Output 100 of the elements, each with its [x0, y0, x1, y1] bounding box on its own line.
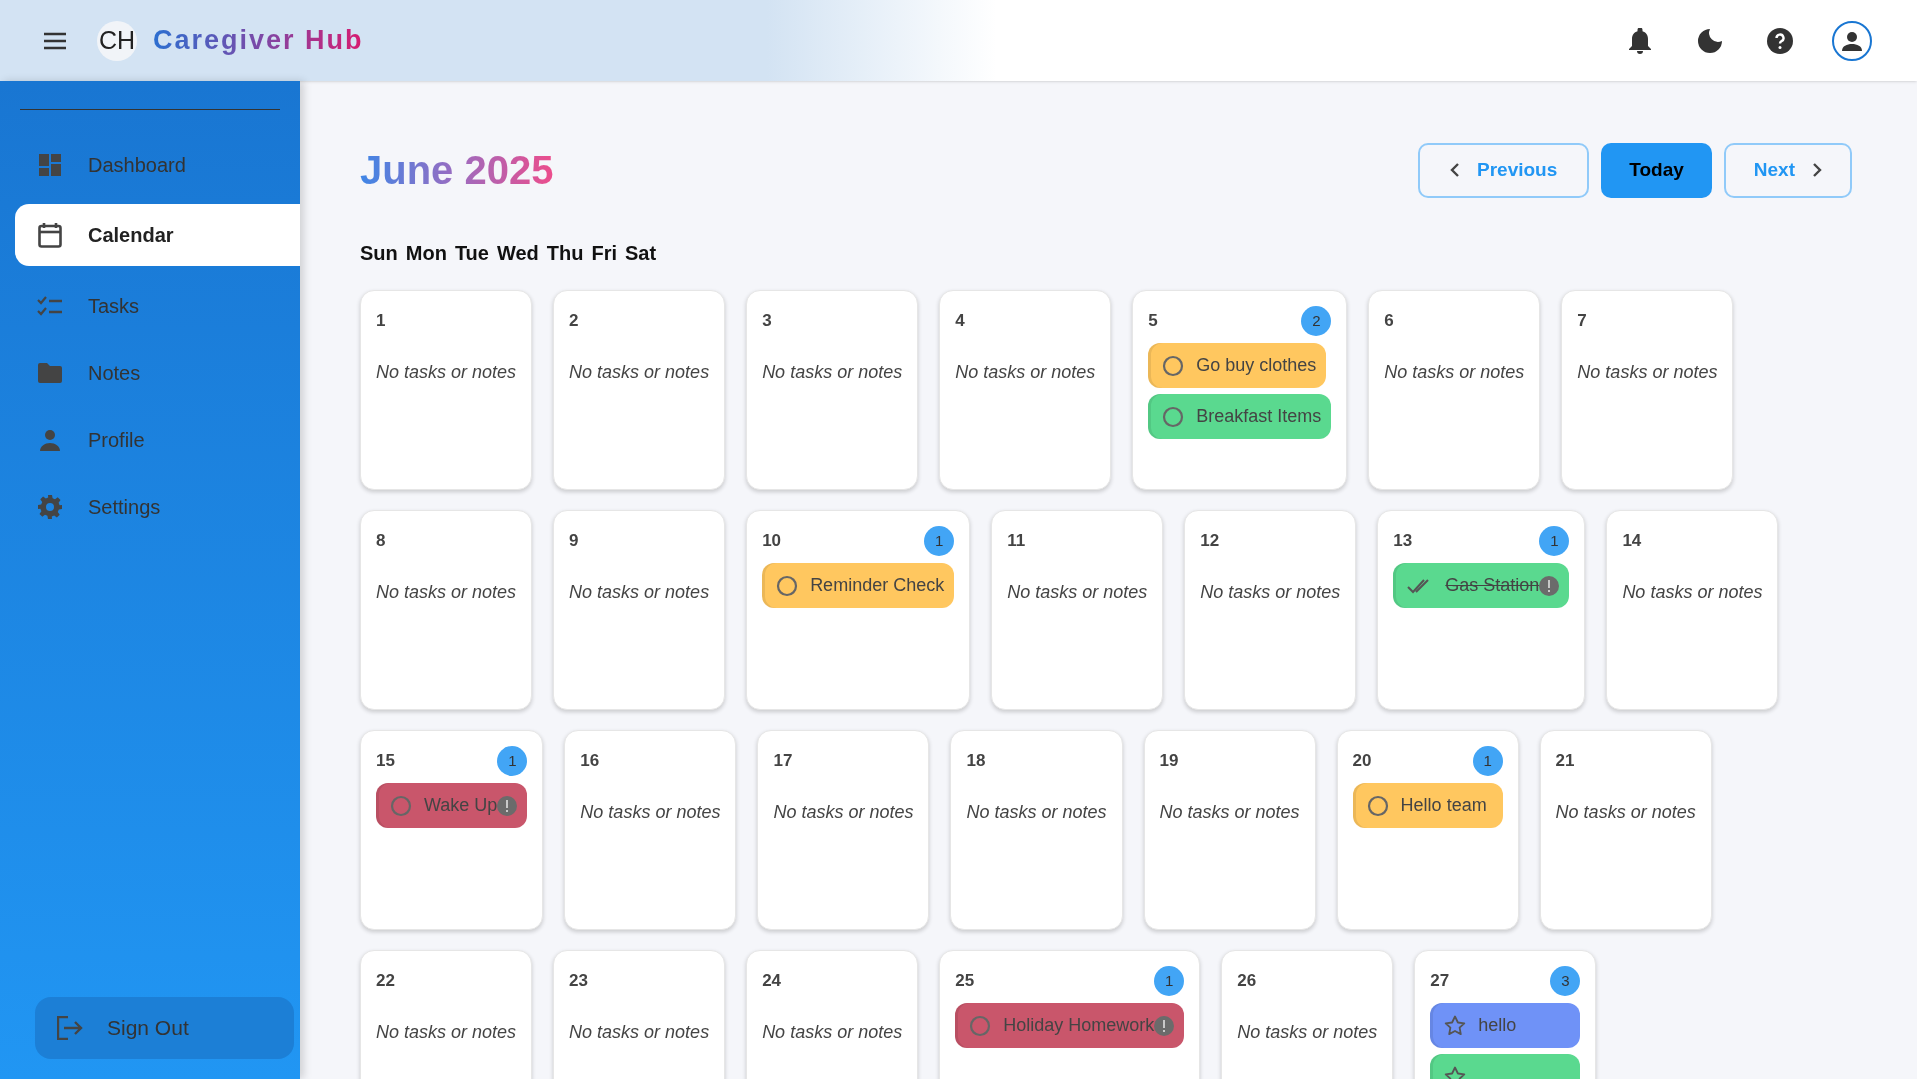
day-number: 13 — [1393, 530, 1413, 553]
circle-icon — [776, 574, 799, 597]
day-card[interactable]: 19 No tasks or notes — [1143, 730, 1316, 930]
day-number: 22 — [376, 970, 395, 993]
empty-message: No tasks or notes — [580, 801, 721, 824]
day-card[interactable]: 6 No tasks or notes — [1368, 290, 1541, 490]
empty-message: No tasks or notes — [1577, 361, 1718, 384]
weekday-label: Mon — [405, 241, 447, 266]
empty-message: No tasks or notes — [1555, 801, 1696, 824]
weekday-label: Fri — [591, 241, 618, 266]
day-card[interactable]: 26 No tasks or notes — [1221, 950, 1394, 1079]
weekday-label: Sat — [625, 241, 657, 266]
circle-icon — [1366, 794, 1389, 817]
day-card[interactable]: 21 No tasks or notes — [1539, 730, 1712, 930]
empty-message: No tasks or notes — [1384, 361, 1525, 384]
day-card[interactable]: 24 No tasks or notes — [746, 950, 919, 1079]
day-number: 24 — [762, 970, 782, 993]
day-number: 18 — [966, 750, 986, 773]
empty-message: No tasks or notes — [376, 1021, 517, 1044]
day-card[interactable]: 14 No tasks or notes — [1606, 510, 1779, 710]
person-icon — [39, 428, 61, 451]
day-number: 23 — [569, 970, 588, 993]
day-number: 12 — [1200, 530, 1220, 553]
day-card[interactable]: 9 No tasks or notes — [553, 510, 726, 710]
today-button[interactable]: Today — [1601, 142, 1712, 198]
count-badge: 3 — [1550, 966, 1581, 996]
task-chip[interactable]: Breakfast Items — [1148, 394, 1332, 439]
circle-icon — [390, 794, 412, 817]
day-card[interactable]: 27 3 hello — [1414, 950, 1597, 1079]
logo-avatar: CH — [97, 20, 137, 61]
day-card[interactable]: 23 No tasks or notes — [553, 950, 726, 1079]
day-number: 14 — [1622, 530, 1642, 553]
day-number: 3 — [762, 310, 772, 333]
empty-message: No tasks or notes — [773, 801, 914, 824]
chevron-right-icon — [1813, 163, 1822, 177]
empty-message: No tasks or notes — [1159, 801, 1300, 824]
day-number: 6 — [1384, 310, 1394, 333]
day-card[interactable]: 7 No tasks or notes — [1561, 290, 1734, 490]
empty-message: No tasks or notes — [569, 361, 710, 384]
circle-icon — [969, 1014, 992, 1037]
empty-message: No tasks or notes — [1622, 581, 1763, 604]
day-number: 19 — [1159, 750, 1179, 773]
day-card[interactable]: 17 No tasks or notes — [757, 730, 930, 930]
day-card[interactable]: 15 1 Wake Up — [360, 730, 544, 930]
sign-out-icon — [57, 1016, 83, 1040]
empty-message: No tasks or notes — [569, 581, 710, 604]
empty-message: No tasks or notes — [569, 1021, 710, 1044]
day-number: 10 — [762, 530, 782, 553]
day-card[interactable]: 25 1 Holiday Homework — [939, 950, 1201, 1079]
day-number: 26 — [1237, 970, 1257, 993]
weekday-label: Sun — [360, 241, 398, 266]
day-number: 15 — [376, 750, 395, 773]
folder-icon — [38, 362, 62, 383]
day-number: 4 — [955, 310, 965, 333]
day-card[interactable]: 3 No tasks or notes — [746, 290, 919, 490]
day-number: 20 — [1352, 750, 1372, 773]
day-card[interactable]: 20 1 Hello team — [1336, 730, 1519, 930]
day-card[interactable]: 10 1 Reminder Check — [746, 510, 971, 710]
day-card[interactable]: 8 No tasks or notes — [360, 510, 533, 710]
day-card[interactable]: 16 No tasks or notes — [564, 730, 737, 930]
chevron-left-icon — [1450, 163, 1459, 177]
empty-message: No tasks or notes — [762, 361, 903, 384]
day-card[interactable]: 2 No tasks or notes — [553, 290, 726, 490]
empty-message: No tasks or notes — [966, 801, 1107, 824]
task-chip[interactable]: Go buy clothes — [1148, 343, 1327, 388]
empty-message: No tasks or notes — [1007, 581, 1148, 604]
weekday-label: Tue — [454, 241, 489, 266]
checklist-icon — [37, 295, 63, 316]
count-badge: 1 — [1154, 966, 1185, 996]
day-card[interactable]: 12 No tasks or notes — [1184, 510, 1357, 710]
task-chip[interactable]: Gas Station — [1393, 563, 1570, 608]
empty-message: No tasks or notes — [762, 1021, 903, 1044]
account-button[interactable] — [1832, 20, 1872, 61]
day-card[interactable]: 22 No tasks or notes — [360, 950, 533, 1079]
day-number: 8 — [376, 530, 386, 553]
user-icon — [1841, 29, 1863, 52]
task-chip[interactable]: Reminder Check — [762, 563, 955, 608]
day-card[interactable]: 1 No tasks or notes — [360, 290, 533, 490]
circle-icon — [1162, 405, 1185, 428]
count-badge: 1 — [924, 526, 955, 556]
empty-message: No tasks or notes — [955, 361, 1096, 384]
dashboard-icon — [39, 153, 61, 176]
day-number: 2 — [569, 310, 579, 333]
day-card[interactable]: 11 No tasks or notes — [991, 510, 1164, 710]
empty-message: No tasks or notes — [376, 581, 517, 604]
star-icon — [1444, 1015, 1467, 1036]
day-card[interactable]: 18 No tasks or notes — [950, 730, 1123, 930]
empty-message: No tasks or notes — [1237, 1021, 1378, 1044]
moon-icon — [1698, 28, 1722, 53]
day-card[interactable]: 5 2 Go buy clothes Breakfast Items — [1132, 290, 1348, 490]
day-number: 16 — [580, 750, 600, 773]
day-number: 21 — [1555, 750, 1575, 773]
gear-icon — [38, 494, 62, 519]
day-number: 17 — [773, 750, 793, 773]
day-number: 27 — [1430, 970, 1450, 993]
sidebar-item[interactable]: Calendar — [15, 204, 300, 266]
day-card[interactable]: 4 No tasks or notes — [939, 290, 1112, 490]
weekday-label: Wed — [496, 241, 539, 266]
day-card[interactable]: 13 1 Gas Station — [1377, 510, 1586, 710]
task-chip[interactable]: Hello team — [1352, 783, 1503, 828]
